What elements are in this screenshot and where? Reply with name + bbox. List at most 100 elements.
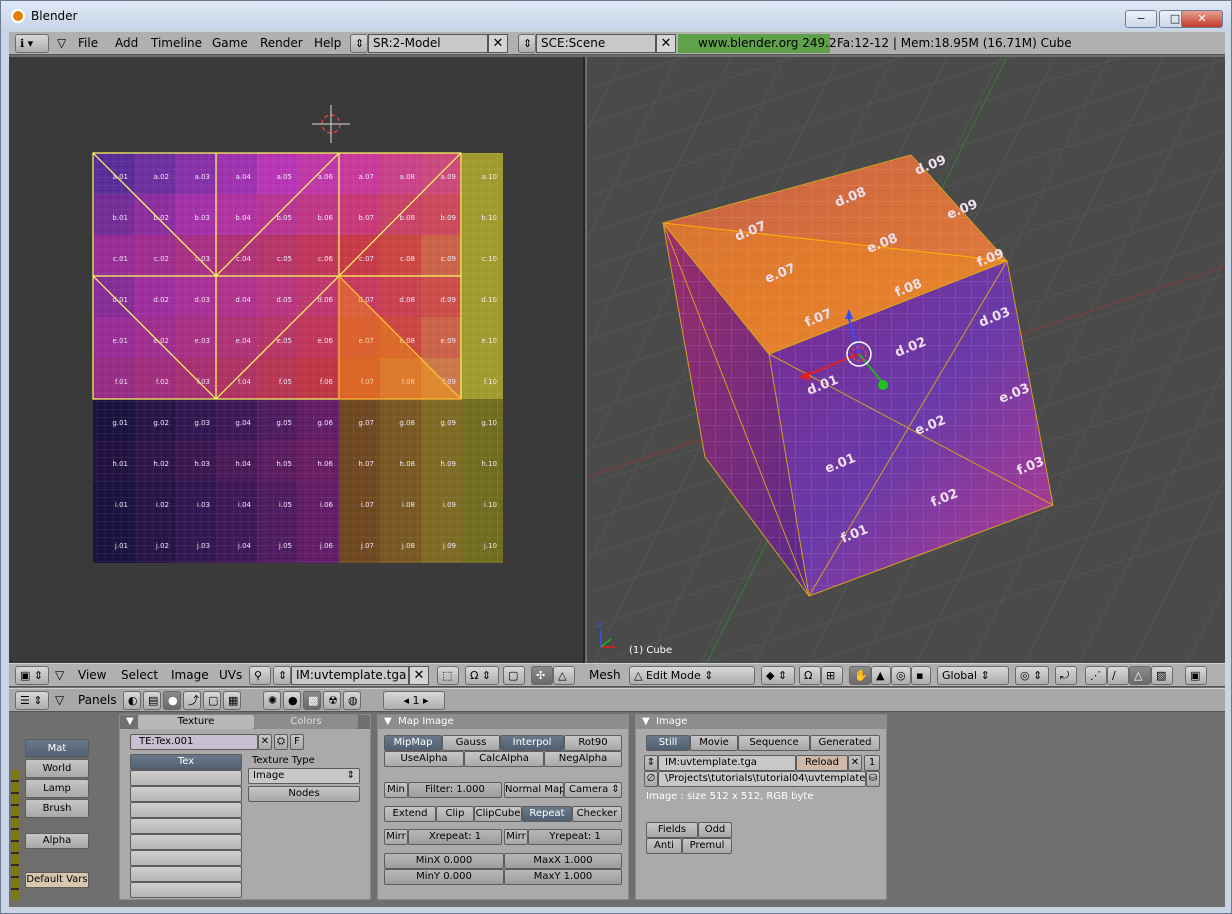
repeat-button[interactable]: Repeat [522, 806, 572, 822]
delete-screen-icon[interactable]: ✕ [488, 34, 508, 53]
image-path-field[interactable]: \Projects\tutorials\tutorial04\uvtemplat… [658, 771, 866, 787]
frame-field[interactable]: ◂ 1 ▸ [383, 691, 445, 710]
min-button[interactable]: Min [384, 782, 408, 798]
uv-image-unlink-icon[interactable]: ✕ [409, 666, 429, 685]
lamp-button[interactable]: Lamp [25, 779, 89, 798]
normal-map-button[interactable]: Normal Map [504, 782, 564, 798]
mat-button[interactable]: Mat [25, 739, 89, 758]
face-mode-icon[interactable]: △ [1129, 666, 1151, 685]
file-browse-icon[interactable]: ∅ [644, 771, 658, 787]
world-button[interactable]: World [25, 759, 89, 778]
uv-menu-image[interactable]: Image [171, 668, 209, 682]
face-select-icon[interactable]: △ [553, 666, 575, 685]
tex-slot[interactable] [130, 786, 242, 802]
snap-icon[interactable]: ⤾ [1055, 666, 1077, 685]
uv-image-name-field[interactable]: IM:uvtemplate.tga [291, 666, 409, 685]
lamp-shading-icon[interactable]: ✺ [263, 691, 281, 710]
menu-timeline[interactable]: Timeline [151, 36, 202, 50]
generated-tab[interactable]: Generated [810, 735, 880, 751]
scene-context-icon[interactable]: ▦ [223, 691, 241, 710]
fields-button[interactable]: Fields [646, 822, 698, 838]
mipmap-button[interactable]: MipMap [384, 735, 442, 751]
pack-image-icon[interactable]: ⛁ [866, 771, 880, 787]
logic-context-icon[interactable]: ◐ [123, 691, 141, 710]
tex-slot[interactable] [130, 850, 242, 866]
rot90-button[interactable]: Rot90 [564, 735, 622, 751]
widget-icon[interactable]: ⊞ [821, 666, 843, 685]
hand-grab-icon[interactable]: ✋ [849, 666, 871, 685]
tex-slot[interactable] [130, 866, 242, 882]
still-tab[interactable]: Still [646, 735, 690, 751]
editor-type-buttons-button[interactable]: ☰ ⇕ [15, 691, 49, 710]
sequence-tab[interactable]: Sequence [738, 735, 810, 751]
camera-select[interactable]: Camera ⇕ [564, 782, 622, 798]
panels-menu[interactable]: Panels [78, 693, 117, 707]
filter-field[interactable]: Filter: 1.000 [408, 782, 502, 798]
premul-button[interactable]: Premul [682, 838, 732, 854]
default-vars-button[interactable]: Default Vars [25, 872, 89, 888]
minx-field[interactable]: MinX 0.000 [384, 853, 504, 869]
edge-mode-icon[interactable]: ∕ [1107, 666, 1129, 685]
tex-slot[interactable] [130, 818, 242, 834]
negalpha-button[interactable]: NegAlpha [544, 751, 622, 767]
object-context-icon[interactable]: ⤴ [183, 691, 201, 710]
uv-image-editor[interactable]: a.01a.02a.03a.04a.05a.06a.07a.08a.09a.10… [9, 57, 585, 663]
tab-colors[interactable]: Colors [254, 715, 358, 729]
mode-select[interactable]: △ Edit Mode ⇕ [629, 666, 755, 685]
calcalpha-button[interactable]: CalcAlpha [464, 751, 544, 767]
scene-name-field[interactable]: SCE:Scene [536, 34, 656, 53]
maxx-field[interactable]: MaxX 1.000 [504, 853, 622, 869]
image-browse-button[interactable]: ⇕ [273, 666, 291, 685]
miny-field[interactable]: MinY 0.000 [384, 869, 504, 885]
texture-browse-icon[interactable]: ⛭ [274, 734, 288, 750]
brush-button[interactable]: Brush [25, 799, 89, 818]
editing-context-icon[interactable]: ▢ [203, 691, 221, 710]
image-name-field[interactable]: IM:uvtemplate.tga [658, 755, 796, 771]
image-browse-icon[interactable]: ⇕ [644, 755, 658, 771]
vertex-select-icon[interactable]: ✣ [531, 666, 553, 685]
orientation-select[interactable]: Global ⇕ [937, 666, 1009, 685]
mirr-y-button[interactable]: Mirr [504, 829, 528, 845]
interpol-button[interactable]: Interpol [500, 735, 564, 751]
pin-icon[interactable]: ⚲ [249, 666, 271, 685]
uv-menu-view[interactable]: View [78, 668, 106, 682]
snap-magnet-icon[interactable]: Ω ⇕ [465, 666, 499, 685]
occlude-geometry-icon[interactable]: ▧ [1151, 666, 1173, 685]
delete-scene-icon[interactable]: ✕ [656, 34, 676, 53]
fake-user-button[interactable]: F [290, 734, 304, 750]
clip-button[interactable]: Clip [436, 806, 474, 822]
scene-select-button[interactable]: ⇕ [518, 34, 536, 53]
close-button[interactable]: ✕ [1181, 10, 1223, 28]
texture-unlink-icon[interactable]: ✕ [258, 734, 272, 750]
screen-select-button[interactable]: ⇕ [350, 34, 368, 53]
mesh-menu[interactable]: Mesh [589, 668, 621, 682]
gauss-button[interactable]: Gauss [442, 735, 500, 751]
menu-add[interactable]: Add [115, 36, 138, 50]
menu-help[interactable]: Help [314, 36, 341, 50]
anti-button[interactable]: Anti [646, 838, 682, 854]
radio-shading-icon[interactable]: ☢ [323, 691, 341, 710]
texture-type-select[interactable]: Image ⇕ [248, 768, 360, 784]
script-context-icon[interactable]: ▤ [143, 691, 161, 710]
scale-manipulator-icon[interactable]: ▪ [911, 666, 931, 685]
reload-button[interactable]: Reload [796, 755, 848, 771]
texture-name-field[interactable]: TE:Tex.001 [130, 734, 258, 750]
odd-button[interactable]: Odd [698, 822, 732, 838]
tex-slot-0[interactable]: Tex [130, 754, 242, 770]
alpha-button[interactable]: Alpha [25, 833, 89, 849]
translate-manipulator-icon[interactable]: ▲ [871, 666, 891, 685]
image-pack-icon[interactable]: ⬚ [437, 666, 459, 685]
image-unlink-icon[interactable]: ✕ [848, 755, 862, 771]
proportional-edit-icon[interactable]: ◎ ⇕ [1015, 666, 1049, 685]
menu-render[interactable]: Render [260, 36, 303, 50]
tex-slot[interactable] [130, 882, 242, 898]
menu-game[interactable]: Game [212, 36, 248, 50]
uv-sync-icon[interactable]: ▢ [503, 666, 525, 685]
maxy-field[interactable]: MaxY 1.000 [504, 869, 622, 885]
render-preview-icon[interactable]: ▣ [1185, 666, 1207, 685]
screen-name-field[interactable]: SR:2-Model [368, 34, 488, 53]
checker-button[interactable]: Checker [572, 806, 622, 822]
material-shading-icon[interactable]: ● [283, 691, 301, 710]
xrepeat-field[interactable]: Xrepeat: 1 [408, 829, 502, 845]
uv-menu-uvs[interactable]: UVs [219, 668, 242, 682]
